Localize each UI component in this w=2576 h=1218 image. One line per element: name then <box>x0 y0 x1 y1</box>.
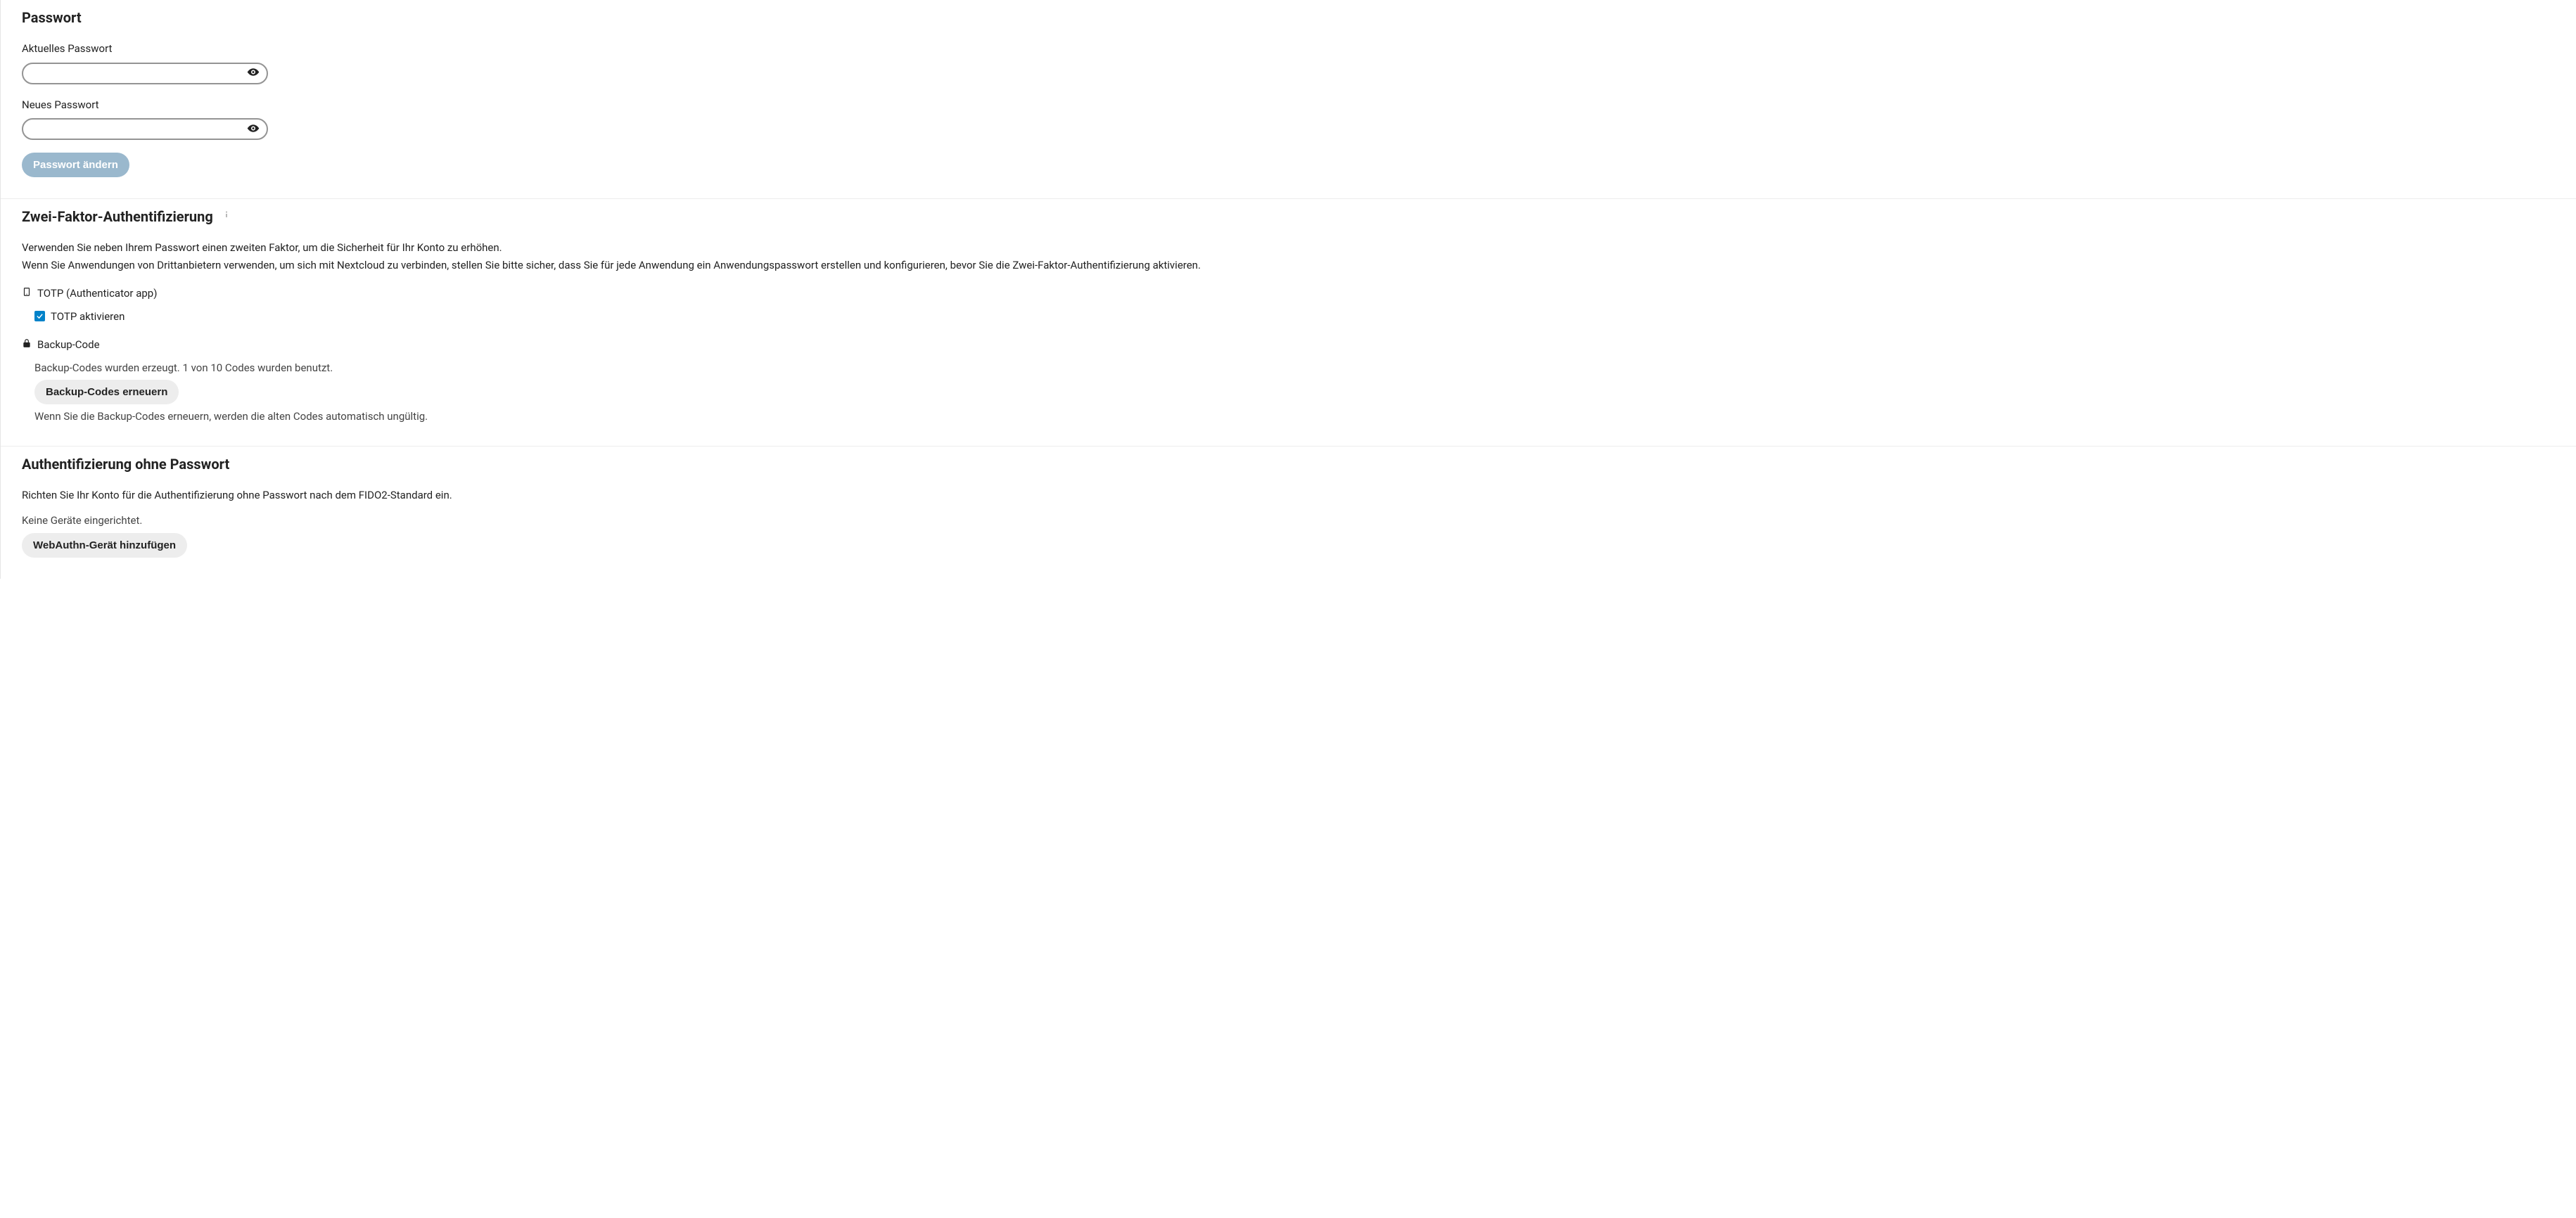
two-factor-title: Zwei-Faktor-Authentifizierung <box>22 206 213 227</box>
passwordless-status: Keine Geräte eingerichtet. <box>22 513 2555 529</box>
toggle-new-password-visibility[interactable] <box>244 119 262 139</box>
totp-enable-row[interactable]: TOTP aktivieren <box>34 309 2555 325</box>
two-factor-desc-2: Wenn Sie Anwendungen von Drittanbietern … <box>22 257 2555 274</box>
current-password-label: Aktuelles Passwort <box>22 41 2555 57</box>
change-password-button[interactable]: Passwort ändern <box>22 153 129 177</box>
two-factor-section: Zwei-Faktor-Authentifizierung Verwenden … <box>1 199 2576 447</box>
add-webauthn-device-button[interactable]: WebAuthn-Gerät hinzufügen <box>22 533 187 558</box>
backup-code-note: Wenn Sie die Backup-Codes erneuern, werd… <box>34 409 2555 425</box>
new-password-field: Neues Passwort <box>22 97 2555 141</box>
backup-code-header: Backup-Code <box>37 337 100 353</box>
current-password-field: Aktuelles Passwort <box>22 41 2555 84</box>
eye-icon <box>247 122 260 136</box>
new-password-input[interactable] <box>22 118 268 140</box>
phone-icon <box>22 286 32 302</box>
info-icon[interactable] <box>222 210 231 224</box>
passwordless-desc: Richten Sie Ihr Konto für die Authentifi… <box>22 487 2555 504</box>
new-password-label: Neues Passwort <box>22 97 2555 113</box>
eye-icon <box>247 66 260 81</box>
passwordless-section: Authentifizierung ohne Passwort Richten … <box>1 447 2576 579</box>
backup-code-status: Backup-Codes wurden erzeugt. 1 von 10 Co… <box>34 360 2555 376</box>
lock-icon <box>22 337 32 353</box>
totp-group: TOTP (Authenticator app) TOTP aktivieren <box>22 286 2555 324</box>
totp-header: TOTP (Authenticator app) <box>37 286 157 302</box>
totp-enable-checkbox[interactable] <box>34 311 45 321</box>
two-factor-desc-1: Verwenden Sie neben Ihrem Passwort einen… <box>22 240 2555 256</box>
totp-enable-label: TOTP aktivieren <box>51 309 125 325</box>
passwordless-title: Authentifizierung ohne Passwort <box>22 454 2555 475</box>
password-section: Passwort Aktuelles Passwort Neues Passwo… <box>1 0 2576 199</box>
current-password-input[interactable] <box>22 63 268 84</box>
toggle-current-password-visibility[interactable] <box>244 63 262 84</box>
backup-code-group: Backup-Code Backup-Codes wurden erzeugt.… <box>22 337 2555 425</box>
password-title: Passwort <box>22 7 2555 28</box>
regenerate-backup-codes-button[interactable]: Backup-Codes erneuern <box>34 380 179 404</box>
